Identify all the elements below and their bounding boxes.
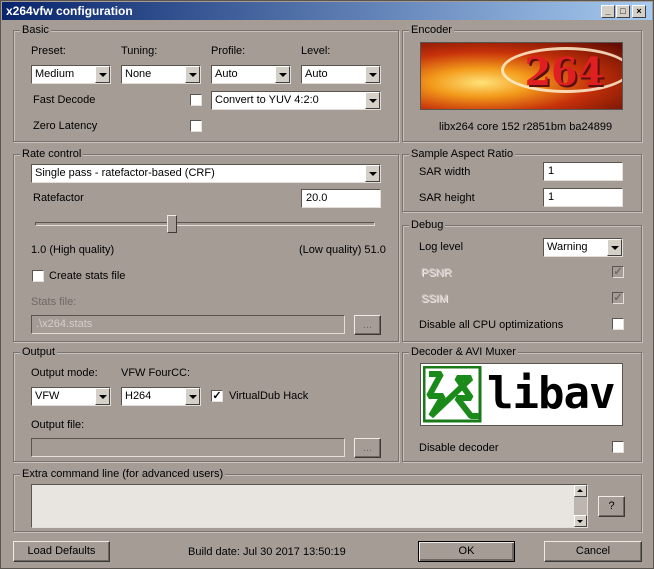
chevron-down-icon[interactable] (365, 165, 380, 182)
maximize-icon[interactable]: □ (616, 5, 630, 18)
zero-latency-label: Zero Latency (33, 120, 98, 132)
fast-decode-checkbox[interactable] (190, 94, 202, 106)
encoder-legend: Encoder (409, 23, 454, 37)
create-stats-checkbox[interactable] (32, 270, 44, 282)
chevron-down-icon[interactable] (365, 66, 380, 83)
chevron-down-icon[interactable] (95, 388, 110, 405)
ssim-label: SSIM (421, 293, 448, 305)
scroll-up-icon[interactable] (574, 485, 587, 497)
rate-control-legend: Rate control (20, 147, 84, 161)
profile-select[interactable]: Auto (211, 65, 291, 84)
ssim-checkbox[interactable]: ✓ (612, 292, 624, 304)
libav-logo: libav (420, 363, 623, 426)
psnr-checkbox[interactable]: ✓ (612, 266, 624, 278)
help-button[interactable]: ? (598, 496, 625, 517)
extra-legend: Extra command line (for advanced users) (20, 467, 226, 481)
chevron-down-icon[interactable] (607, 239, 622, 256)
sar-height-input[interactable]: 1 (543, 188, 623, 207)
preset-label: Preset: (31, 45, 66, 57)
output-mode-label: Output mode: (31, 367, 98, 379)
zero-latency-checkbox[interactable] (190, 120, 202, 132)
vdub-hack-label: VirtualDub Hack (229, 390, 309, 402)
disable-cpu-label: Disable all CPU optimizations (419, 319, 564, 331)
output-file-label: Output file: (31, 419, 85, 431)
level-select[interactable]: Auto (301, 65, 381, 84)
cancel-button[interactable]: Cancel (544, 541, 642, 562)
ratefactor-slider-track[interactable] (35, 222, 375, 226)
basic-legend: Basic (20, 23, 51, 37)
chevron-down-icon[interactable] (275, 66, 290, 83)
sar-width-label: SAR width (419, 166, 471, 178)
stats-file-label: Stats file: (31, 296, 77, 308)
fourcc-label: VFW FourCC: (121, 367, 191, 379)
fourcc-select[interactable]: H264 (121, 387, 201, 406)
sar-height-label: SAR height (419, 192, 475, 204)
minimize-icon[interactable]: _ (601, 5, 615, 18)
disable-cpu-checkbox[interactable] (612, 318, 624, 330)
sar-width-input[interactable]: 1 (543, 162, 623, 181)
window-title: x264vfw configuration (6, 4, 133, 18)
libav-zigzag-icon (423, 366, 482, 423)
decoder-legend: Decoder & AVI Muxer (409, 345, 518, 359)
tuning-select[interactable]: None (121, 65, 201, 84)
chevron-down-icon[interactable] (95, 66, 110, 83)
vdub-hack-checkbox[interactable]: ✓ (211, 390, 223, 402)
ratefactor-slider-thumb[interactable] (167, 215, 177, 233)
fast-decode-label: Fast Decode (33, 94, 96, 106)
rate-mode-select[interactable]: Single pass - ratefactor-based (CRF) (31, 164, 381, 183)
sar-legend: Sample Aspect Ratio (409, 147, 516, 161)
load-defaults-button[interactable]: Load Defaults (13, 541, 110, 562)
output-file-input[interactable] (31, 438, 345, 457)
disable-decoder-checkbox[interactable] (612, 441, 624, 453)
colorspace-select[interactable]: Convert to YUV 4:2:0 (211, 91, 381, 110)
disable-decoder-label: Disable decoder (419, 442, 499, 454)
config-window: x264vfw configuration _ □ × Basic Preset… (0, 0, 654, 569)
close-icon[interactable]: × (632, 5, 646, 18)
chevron-down-icon[interactable] (185, 66, 200, 83)
stats-browse-button[interactable]: ... (354, 315, 381, 335)
ratefactor-input[interactable]: 20.0 (301, 189, 381, 208)
extra-scrollbar[interactable] (574, 485, 587, 527)
log-level-select[interactable]: Warning (543, 238, 623, 257)
build-date: Build date: Jul 30 2017 13:50:19 (188, 546, 346, 558)
preset-select[interactable]: Medium (31, 65, 111, 84)
level-label: Level: (301, 45, 331, 57)
output-legend: Output (20, 345, 58, 359)
output-mode-select[interactable]: VFW (31, 387, 111, 406)
output-browse-button[interactable]: ... (354, 438, 381, 458)
psnr-label: PSNR (421, 267, 452, 279)
tuning-label: Tuning: (121, 45, 158, 57)
log-level-label: Log level (419, 241, 464, 253)
extra-command-textarea[interactable] (31, 484, 588, 528)
chevron-down-icon[interactable] (185, 388, 200, 405)
create-stats-label: Create stats file (49, 270, 126, 282)
libav-logo-text: libav (487, 368, 615, 419)
x264-logo: 264 (420, 42, 623, 110)
profile-label: Profile: (211, 45, 246, 57)
chevron-down-icon[interactable] (365, 92, 380, 109)
ok-button[interactable]: OK (418, 541, 515, 562)
title-bar[interactable]: x264vfw configuration _ □ × (2, 2, 652, 20)
high-quality-label: 1.0 (High quality) (31, 244, 115, 256)
debug-legend: Debug (409, 218, 446, 232)
scroll-down-icon[interactable] (574, 515, 587, 527)
ratefactor-label: Ratefactor (33, 192, 84, 204)
encoder-version: libx264 core 152 r2851bm ba24899 (439, 121, 613, 133)
x264-logo-text: 264 (524, 49, 604, 94)
low-quality-label: (Low quality) 51.0 (299, 244, 386, 256)
stats-file-input[interactable]: .\x264.stats (31, 315, 345, 334)
